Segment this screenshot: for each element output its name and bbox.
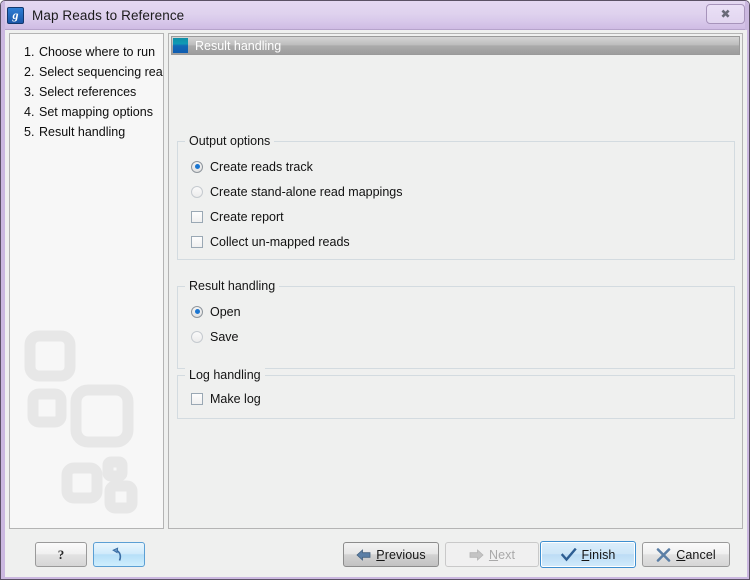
checkbox-collect-un-mapped-reads[interactable] [191, 235, 203, 248]
option-create-reads-track[interactable]: Create reads track [178, 154, 734, 179]
option-make-log[interactable]: Make log [178, 386, 734, 411]
checkbox-create-report[interactable] [191, 210, 203, 223]
checkmark-icon [560, 547, 577, 562]
step-label: Set mapping options [39, 105, 153, 119]
step-number: 3. [24, 85, 35, 99]
next-button-label: Next [488, 547, 516, 562]
sidebar-item-result-handling[interactable]: 5. Result handling [10, 122, 163, 142]
step-label: Result handling [39, 125, 126, 139]
log-handling-title: Log handling [185, 368, 265, 382]
arrow-left-icon [356, 548, 371, 561]
map-reads-to-reference-dialog: g Map Reads to Reference ✖ 1. Choose whe… [0, 0, 750, 580]
sidebar-item-select-sequencing-reads[interactable]: 2. Select sequencing reads [10, 62, 163, 82]
question-mark-icon: ? [57, 546, 65, 562]
result-handling-icon [173, 38, 188, 53]
wizard-steps-sidebar: 1. Choose where to run 2. Select sequenc… [9, 33, 164, 529]
option-collect-un-mapped-reads[interactable]: Collect un-mapped reads [178, 229, 734, 254]
option-label: Open [210, 304, 241, 319]
dialog-body: 1. Choose where to run 2. Select sequenc… [5, 30, 747, 577]
sidebar-item-set-mapping-options[interactable]: 4. Set mapping options [10, 102, 163, 122]
help-button[interactable]: ? [35, 542, 87, 567]
option-create-stand-alone-read-mappings[interactable]: Create stand-alone read mappings [178, 179, 734, 204]
arrow-right-icon [469, 548, 484, 561]
mnemonic: N [488, 547, 499, 562]
radio-create-stand-alone-read-mappings[interactable] [191, 185, 203, 198]
radio-save[interactable] [191, 330, 203, 343]
option-create-report[interactable]: Create report [178, 204, 734, 229]
option-open[interactable]: Open [178, 299, 734, 324]
option-save[interactable]: Save [178, 324, 734, 349]
cancel-button-label: Cancel [676, 547, 716, 562]
result-handling-group: Result handling Open Save [177, 279, 735, 369]
pane-header: Result handling [171, 36, 740, 55]
radio-open[interactable] [191, 305, 203, 318]
cross-icon [656, 547, 671, 562]
sidebar-item-select-references[interactable]: 3. Select references [10, 82, 163, 102]
step-label: Choose where to run [39, 45, 156, 59]
step-list: 1. Choose where to run 2. Select sequenc… [10, 34, 163, 142]
checkbox-make-log[interactable] [191, 392, 203, 405]
cancel-button[interactable]: Cancel [642, 542, 730, 567]
mnemonic: C [676, 547, 686, 562]
dialog-button-bar: ? Previous Next Finish Cancel [5, 533, 747, 577]
output-options-title: Output options [185, 134, 275, 148]
step-number: 1. [24, 45, 35, 59]
sidebar-item-choose-where-to-run[interactable]: 1. Choose where to run [10, 42, 163, 62]
result-handling-title: Result handling [185, 279, 280, 293]
step-label: Select references [39, 85, 137, 99]
option-label: Create reads track [210, 159, 313, 174]
step-number: 5. [24, 125, 35, 139]
finish-button[interactable]: Finish [540, 541, 636, 568]
finish-button-label: Finish [581, 547, 616, 562]
next-button[interactable]: Next [445, 542, 539, 567]
output-options-group: Output options Create reads track Create… [177, 134, 735, 260]
mnemonic: P [376, 547, 385, 562]
option-label: Create stand-alone read mappings [210, 184, 403, 199]
previous-button[interactable]: Previous [343, 542, 439, 567]
step-number: 4. [24, 105, 35, 119]
option-label: Collect un-mapped reads [210, 234, 350, 249]
watermark-squares-graphic [24, 330, 138, 514]
step-label: Select sequencing reads [39, 65, 164, 79]
reset-button[interactable] [93, 542, 145, 567]
option-label: Make log [210, 391, 261, 406]
radio-create-reads-track[interactable] [191, 160, 203, 173]
pane-header-title: Result handling [195, 38, 282, 53]
previous-button-label: Previous [376, 547, 426, 562]
option-label: Create report [210, 209, 284, 224]
option-label: Save [210, 329, 239, 344]
content-pane: Result handling Output options Create re… [168, 33, 743, 529]
log-handling-group: Log handling Make log [177, 368, 735, 419]
step-number: 2. [24, 65, 35, 79]
undo-arrow-icon [108, 547, 125, 562]
